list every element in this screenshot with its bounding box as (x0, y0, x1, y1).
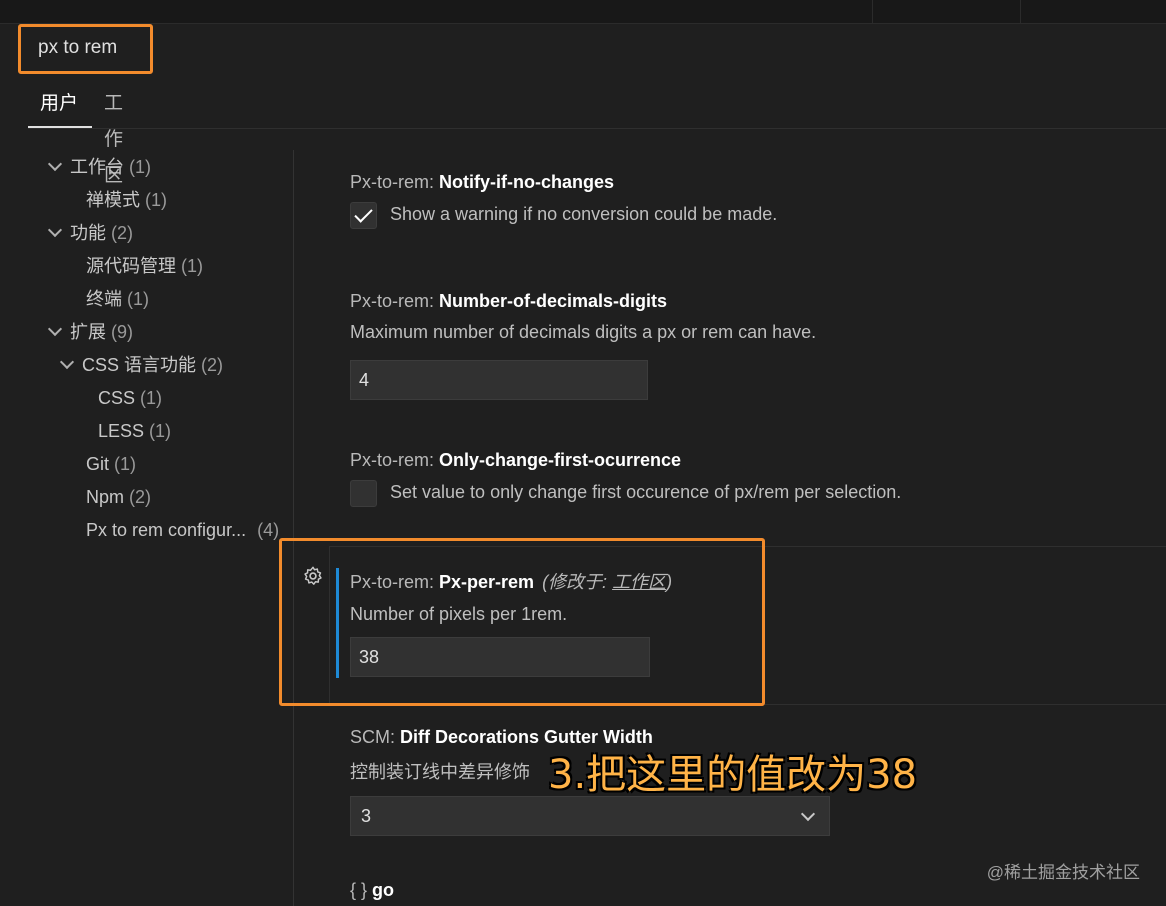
toc-count: (4) (257, 520, 280, 540)
setting-key: Number-of-decimals-digits (439, 291, 668, 311)
setting-description: Set value to only change first occurence… (390, 482, 902, 502)
toc-item-npm[interactable]: Npm (2) (86, 482, 151, 512)
toc-divider (293, 150, 294, 906)
modified-suffix: ) (666, 572, 673, 592)
setting-only-change-first: Px-to-rem: Only-change-first-ocurrence (350, 450, 681, 471)
setting-px-per-rem: Px-to-rem: Px-per-rem (修改于: 工作区) Number o… (350, 568, 672, 625)
toc-label: 扩展 (70, 322, 106, 342)
toc-label: CSS (98, 388, 136, 408)
setting-key: go (372, 880, 395, 900)
toc-label: 禅模式 (86, 190, 140, 210)
toc-count: (1) (114, 454, 137, 474)
toc-count: (1) (149, 421, 172, 441)
toc-count: (2) (111, 223, 134, 243)
setting-number-of-decimals: Px-to-rem: Number-of-decimals-digits Max… (350, 291, 816, 343)
toc-label: LESS (98, 421, 145, 441)
decimals-input[interactable] (350, 360, 648, 400)
setting-key: Notify-if-no-changes (439, 172, 615, 192)
toc-item-less[interactable]: LESS (1) (98, 416, 171, 446)
top-bar (0, 0, 1166, 24)
setting-category: Px-to-rem: (350, 172, 440, 192)
modified-workspace-link[interactable]: 工作区 (612, 572, 666, 592)
select-value: 3 (361, 806, 372, 826)
setting-description: Maximum number of decimals digits a px o… (350, 322, 817, 342)
setting-title: Px-to-rem: Px-per-rem (修改于: 工作区) (350, 568, 672, 594)
toc-item-css[interactable]: CSS (1) (98, 383, 162, 413)
toc-item-terminal[interactable]: 终端 (1) (86, 284, 149, 314)
annotation-text: 3.把这里的值改为38 (548, 752, 918, 798)
toc-count: (9) (111, 322, 134, 342)
gutter-width-select[interactable]: 3 (350, 796, 830, 836)
tab-separator (872, 0, 873, 24)
toc-item-features[interactable]: 功能 (2) (47, 218, 134, 248)
toc-item-css-language[interactable]: CSS 语言功能 (2) (59, 350, 224, 380)
toc-count: (1) (127, 289, 150, 309)
setting-description: Number of pixels per 1rem. (350, 604, 568, 624)
toc-item-zen-mode[interactable]: 禅模式 (1) (86, 185, 167, 215)
chevron-down-icon (47, 321, 63, 337)
toc-item-workbench[interactable]: 工作台 (1) (47, 152, 152, 182)
tab-user[interactable]: 用户 (28, 86, 92, 128)
watermark: @稀土掘金技术社区 (986, 863, 1140, 882)
row-separator (330, 546, 1166, 547)
braces-icon: { } (350, 880, 368, 900)
toc-item-extensions[interactable]: 扩展 (9) (47, 317, 134, 347)
first-occurrence-checkbox[interactable] (350, 480, 377, 507)
px-per-rem-input[interactable] (350, 637, 650, 677)
tab-workspace[interactable]: 工作区 (92, 86, 135, 186)
toc-label: CSS 语言功能 (82, 355, 197, 375)
setting-go: { } go (350, 880, 394, 901)
toc-label: 工作台 (70, 157, 124, 177)
setting-title: Px-to-rem: Notify-if-no-changes (350, 172, 614, 193)
toc-item-px-to-rem[interactable]: Px to rem configur... (4) (86, 515, 279, 545)
setting-key: Only-change-first-ocurrence (439, 450, 682, 470)
chevron-down-icon (47, 222, 63, 238)
toc-count: (2) (129, 487, 152, 507)
chevron-down-icon (47, 156, 63, 172)
setting-title: { } go (350, 880, 394, 901)
row-separator (330, 704, 1166, 705)
row-left-border (329, 546, 330, 704)
check-icon (354, 204, 373, 223)
toc-count: (1) (145, 190, 168, 210)
chevron-down-icon (800, 806, 816, 822)
setting-title: Px-to-rem: Number-of-decimals-digits (350, 291, 816, 312)
toc-count: (1) (181, 256, 204, 276)
setting-category: Px-to-rem: (350, 572, 440, 592)
chevron-down-icon (59, 354, 75, 370)
settings-search-input[interactable] (20, 28, 1166, 68)
setting-description: Show a warning if no conversion could be… (390, 204, 778, 224)
toc-count: (2) (201, 355, 224, 375)
toc-count: (1) (129, 157, 152, 177)
toc-label: 功能 (70, 223, 106, 243)
toc-count: (1) (140, 388, 163, 408)
toc-label: 终端 (86, 289, 122, 309)
setting-key: Px-per-rem (439, 572, 535, 592)
setting-notify-if-no-changes: Px-to-rem: Notify-if-no-changes (350, 172, 614, 193)
setting-category: Px-to-rem: (350, 450, 440, 470)
scope-divider (28, 128, 1166, 129)
toc-item-git[interactable]: Git (1) (86, 449, 136, 479)
toc-item-scm[interactable]: 源代码管理 (1) (86, 251, 203, 281)
modified-prefix: (修改于: (542, 572, 613, 592)
toc-label: Npm (86, 487, 125, 507)
modified-in-indicator: (修改于: 工作区) (542, 572, 672, 592)
toc-label: Git (86, 454, 110, 474)
tab-separator (1020, 0, 1021, 24)
toc-label: Px to rem configur... (86, 520, 247, 540)
setting-focus-indicator (336, 568, 339, 678)
setting-category: Px-to-rem: (350, 291, 440, 311)
toc-label: 源代码管理 (86, 256, 176, 276)
notify-checkbox[interactable] (350, 202, 377, 229)
gear-icon[interactable] (302, 565, 324, 587)
setting-category: SCM: (350, 727, 401, 747)
setting-title: Px-to-rem: Only-change-first-ocurrence (350, 450, 681, 471)
